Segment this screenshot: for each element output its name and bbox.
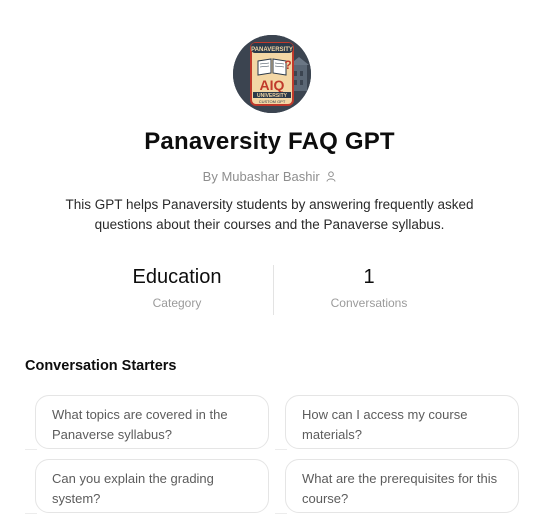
starter-card[interactable]: Can you explain the grading system? — [35, 459, 269, 513]
stat-category: Education Category — [77, 266, 277, 310]
svg-text:AIQ: AIQ — [260, 77, 285, 93]
category-label: Category — [152, 296, 202, 310]
category-value: Education — [132, 266, 222, 288]
card-shadow — [25, 449, 37, 450]
card-shadow — [275, 513, 287, 514]
svg-text:?: ? — [284, 58, 291, 72]
conversation-starters-heading: Conversation Starters — [25, 358, 177, 374]
svg-text:PANAVERSITY: PANAVERSITY — [251, 47, 293, 53]
panaversity-logo-image: PANAVERSITY ? AIQ UNIVERSITY CUSTOM GPT — [233, 35, 311, 113]
conversations-label: Conversations — [330, 296, 408, 310]
gpt-description: This GPT helps Panaversity students by a… — [65, 197, 474, 232]
conversations-value: 1 — [363, 266, 375, 288]
stat-conversations: 1 Conversations — [269, 266, 469, 310]
author-name[interactable]: By Mubashar Bashir — [203, 169, 320, 184]
gpt-title: Panaversity FAQ GPT — [144, 128, 395, 155]
gpt-avatar: PANAVERSITY ? AIQ UNIVERSITY CUSTOM GPT — [233, 35, 311, 113]
person-icon — [326, 170, 336, 185]
svg-text:CUSTOM GPT: CUSTOM GPT — [259, 99, 286, 104]
card-shadow — [275, 449, 287, 450]
starter-card[interactable]: What are the prerequisites for this cour… — [285, 459, 519, 513]
gpt-author[interactable]: By Mubashar Bashir — [0, 169, 539, 185]
card-shadow — [25, 513, 37, 514]
starter-card[interactable]: What topics are covered in the Panaverse… — [35, 395, 269, 449]
starter-card[interactable]: How can I access my course materials? — [285, 395, 519, 449]
